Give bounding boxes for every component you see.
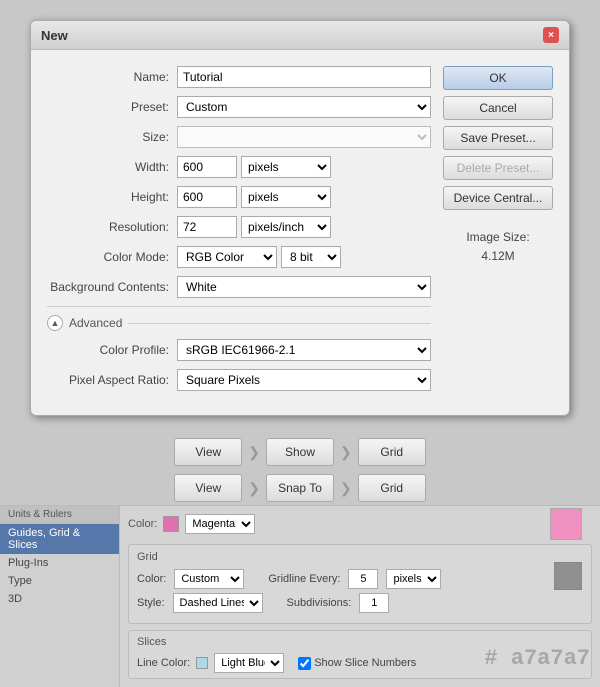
subdivisions-input[interactable] <box>359 593 389 613</box>
height-label: Height: <box>47 190 177 204</box>
snap-to-button[interactable]: Snap To <box>266 474 334 502</box>
name-label: Name: <box>47 70 177 84</box>
name-row: Name: <box>47 66 431 88</box>
bit-depth-select[interactable]: 8 bit <box>281 246 341 268</box>
color-mode-row: Color Mode: RGB Color 8 bit <box>47 246 431 268</box>
dialog-title: New <box>41 28 68 43</box>
arrow-icon-4: ❯ <box>340 480 352 497</box>
view-button-2[interactable]: View <box>174 474 242 502</box>
show-numbers-checkbox[interactable] <box>298 657 311 670</box>
color-row: Color: Magenta <box>128 514 592 534</box>
width-row: Width: pixels <box>47 156 431 178</box>
close-button[interactable]: × <box>543 27 559 43</box>
height-unit-select[interactable]: pixels <box>241 186 331 208</box>
sidebar-item-3d[interactable]: 3D <box>0 590 119 608</box>
grid-button-2[interactable]: Grid <box>358 474 426 502</box>
grid-button-1[interactable]: Grid <box>358 438 426 466</box>
preset-row: Preset: Custom <box>47 96 431 118</box>
name-input[interactable] <box>177 66 431 88</box>
dialog-form: Name: Preset: Custom Size: Width: <box>47 66 431 399</box>
toolbar-row-2: View ❯ Snap To ❯ Grid <box>0 474 600 502</box>
line-color-select[interactable]: Light Blue <box>214 653 284 673</box>
resolution-row: Resolution: pixels/inch <box>47 216 431 238</box>
bg-contents-row: Background Contents: White <box>47 276 431 298</box>
sidebar-header: Units & Rulers <box>0 506 119 524</box>
gridline-label: Gridline Every: <box>268 573 340 585</box>
show-button[interactable]: Show <box>266 438 334 466</box>
pixel-aspect-label: Pixel Aspect Ratio: <box>47 373 177 387</box>
sidebar-item-plugins[interactable]: Plug-Ins <box>0 554 119 572</box>
pixel-aspect-row: Pixel Aspect Ratio: Square Pixels <box>47 369 431 391</box>
gridline-input[interactable] <box>348 569 378 589</box>
width-unit-select[interactable]: pixels <box>241 156 331 178</box>
line-color-label: Line Color: <box>137 657 190 669</box>
device-central-button[interactable]: Device Central... <box>443 186 553 210</box>
grid-section: Grid Color: Custom Gridline Every: pixel… <box>128 544 592 624</box>
resolution-input[interactable] <box>177 216 237 238</box>
light-blue-swatch <box>196 657 208 669</box>
style-label: Style: <box>137 597 165 609</box>
color-mode-select[interactable]: RGB Color <box>177 246 277 268</box>
advanced-label: Advanced <box>69 316 122 330</box>
advanced-divider <box>128 323 431 324</box>
grid-style-row: Style: Dashed Lines Subdivisions: <box>137 593 583 613</box>
sidebar-item-type[interactable]: Type <box>0 572 119 590</box>
delete-preset-button: Delete Preset... <box>443 156 553 180</box>
width-label: Width: <box>47 160 177 174</box>
cancel-button[interactable]: Cancel <box>443 96 553 120</box>
dialog-buttons: OK Cancel Save Preset... Delete Preset..… <box>443 66 553 399</box>
advanced-header: ▲ Advanced <box>47 315 431 331</box>
pixel-aspect-select[interactable]: Square Pixels <box>177 369 431 391</box>
dialog-titlebar: New × <box>31 21 569 50</box>
color-mode-label: Color Mode: <box>47 250 177 264</box>
arrow-icon-3: ❯ <box>248 480 260 497</box>
hex-badge: # a7a7a7 <box>484 646 590 671</box>
grid-color-label: Color: <box>137 573 166 585</box>
size-row: Size: <box>47 126 431 148</box>
bg-contents-select[interactable]: White <box>177 276 431 298</box>
save-preset-button[interactable]: Save Preset... <box>443 126 553 150</box>
color-profile-select[interactable]: sRGB IEC61966-2.1 <box>177 339 431 361</box>
new-dialog: New × Name: Preset: Custom Size: <box>30 20 570 416</box>
width-input[interactable] <box>177 156 237 178</box>
guides-color-select[interactable]: Magenta <box>185 514 255 534</box>
ok-button[interactable]: OK <box>443 66 553 90</box>
arrow-icon-1: ❯ <box>248 444 260 461</box>
guides-color-label: Color: <box>128 518 157 530</box>
pink-color-swatch <box>550 508 582 540</box>
magenta-swatch <box>163 516 179 532</box>
view-button-1[interactable]: View <box>174 438 242 466</box>
height-input[interactable] <box>177 186 237 208</box>
image-size-value: 4.12M <box>443 247 553 266</box>
resolution-unit-select[interactable]: pixels/inch <box>241 216 331 238</box>
preset-label: Preset: <box>47 100 177 114</box>
height-row: Height: pixels <box>47 186 431 208</box>
bottom-section: View ❯ Show ❯ Grid View ❯ Snap To ❯ Grid <box>0 430 600 506</box>
grid-title: Grid <box>137 551 583 563</box>
settings-sidebar: Units & Rulers Guides, Grid & Slices Plu… <box>0 506 120 687</box>
style-select[interactable]: Dashed Lines <box>173 593 263 613</box>
preset-select[interactable]: Custom <box>177 96 431 118</box>
bg-contents-label: Background Contents: <box>47 280 177 294</box>
grid-color-row: Color: Custom Gridline Every: pixels <box>137 569 583 589</box>
image-size-label: Image Size: <box>443 228 553 247</box>
toolbar-row-1: View ❯ Show ❯ Grid <box>0 438 600 466</box>
advanced-toggle[interactable]: ▲ <box>47 315 63 331</box>
gray-color-swatch <box>554 562 582 590</box>
grid-color-select[interactable]: Custom <box>174 569 244 589</box>
arrow-icon-2: ❯ <box>340 444 352 461</box>
image-size-area: Image Size: 4.12M <box>443 228 553 266</box>
gridline-unit-select[interactable]: pixels <box>386 569 441 589</box>
show-numbers-checkbox-label: Show Slice Numbers <box>298 657 416 670</box>
advanced-section: ▲ Advanced Color Profile: sRGB IEC61966-… <box>47 306 431 391</box>
size-label: Size: <box>47 130 177 144</box>
sidebar-item-guides[interactable]: Guides, Grid & Slices <box>0 524 119 554</box>
color-profile-row: Color Profile: sRGB IEC61966-2.1 <box>47 339 431 361</box>
resolution-label: Resolution: <box>47 220 177 234</box>
color-profile-label: Color Profile: <box>47 343 177 357</box>
subdivisions-label: Subdivisions: <box>287 597 352 609</box>
size-select[interactable] <box>177 126 431 148</box>
show-numbers-label: Show Slice Numbers <box>314 657 416 669</box>
dialog-body: Name: Preset: Custom Size: Width: <box>31 50 569 415</box>
